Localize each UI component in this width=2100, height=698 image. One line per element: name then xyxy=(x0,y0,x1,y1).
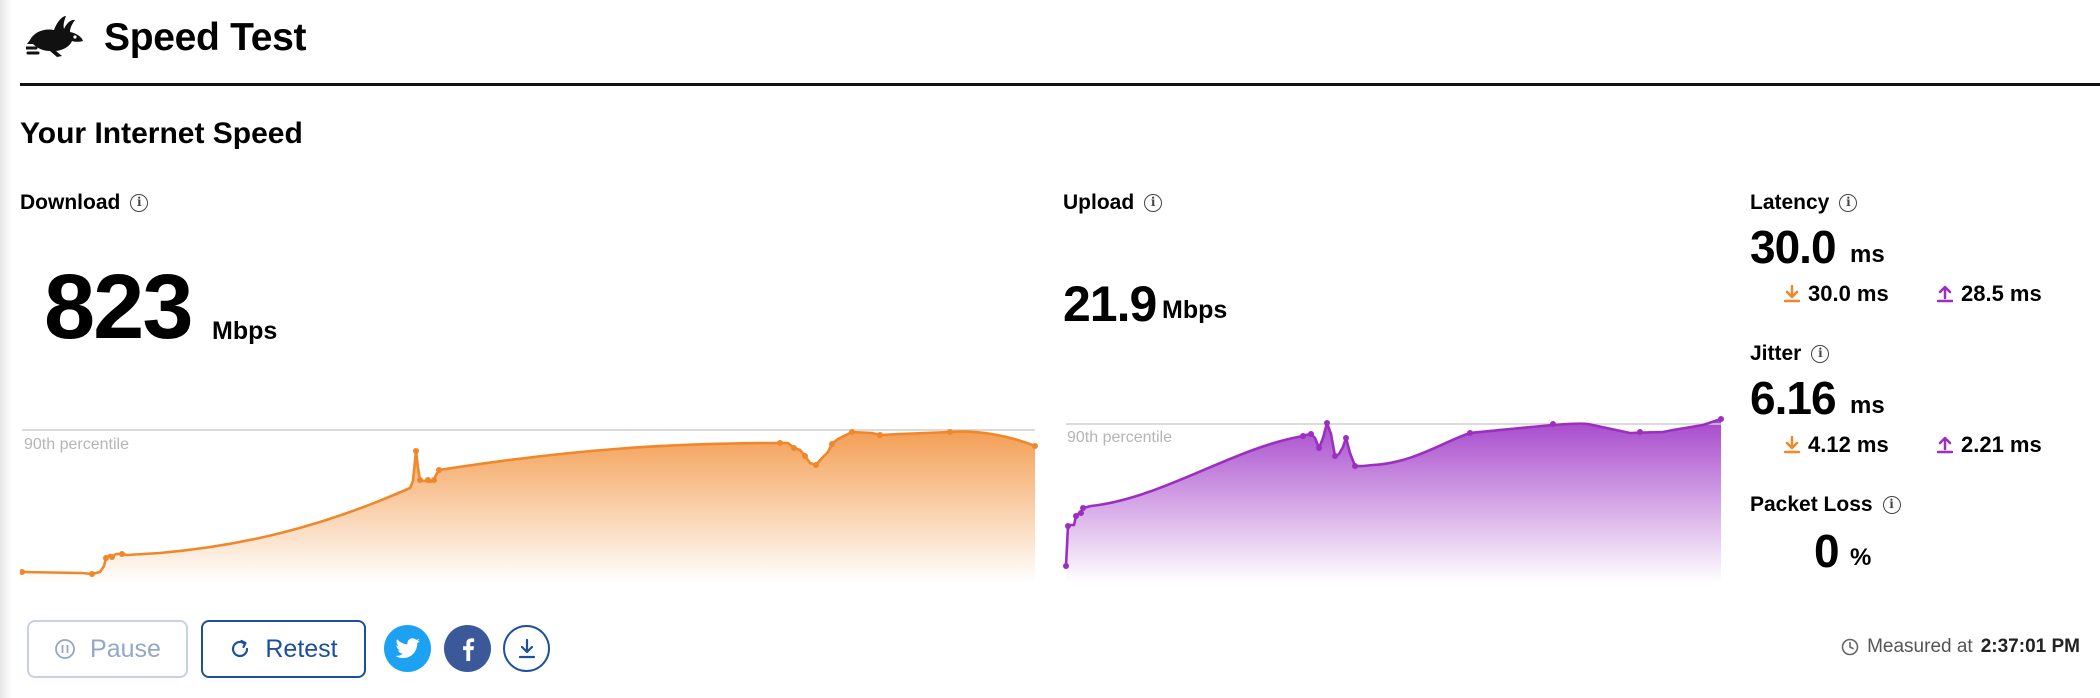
packet-loss-info-icon[interactable]: i xyxy=(1882,496,1901,514)
download-icon xyxy=(518,638,535,658)
app-header: Speed Test xyxy=(20,0,2100,86)
jitter-info-icon[interactable]: i xyxy=(1811,345,1830,363)
latency-info-icon[interactable]: i xyxy=(1839,194,1858,212)
latency-label: Latency xyxy=(1750,191,1830,214)
jitter-value: 6.16 xyxy=(1750,372,1837,424)
clock-icon xyxy=(1841,638,1859,656)
upload-value: 21.9 xyxy=(1063,276,1157,332)
latency-download-row: 30.0 ms xyxy=(1784,281,1889,307)
upload-info-icon[interactable]: i xyxy=(1144,194,1163,212)
download-results-button[interactable] xyxy=(503,625,550,672)
jitter-unit: ms xyxy=(1850,392,1885,419)
pause-button[interactable]: Pause xyxy=(27,620,188,678)
packet-loss-value: 0 xyxy=(1814,525,1840,577)
latency-download-value: 30.0 ms xyxy=(1808,281,1889,306)
jitter-download-value: 4.12 ms xyxy=(1808,432,1889,457)
download-percentile-label: 90th percentile xyxy=(24,436,129,453)
latency-unit: ms xyxy=(1850,241,1885,268)
jitter-label-group: Jitter i xyxy=(1750,342,1830,366)
jitter-label: Jitter xyxy=(1750,342,1802,365)
download-unit: Mbps xyxy=(212,317,278,345)
section-title: Your Internet Speed xyxy=(20,117,303,150)
upload-chart: 90th percentile xyxy=(1063,416,1724,583)
rabbit-icon xyxy=(26,16,83,57)
download-chart: 90th percentile xyxy=(20,429,1038,583)
twitter-icon xyxy=(394,637,420,658)
measured-time: 2:37:01 PM xyxy=(1980,636,2080,657)
pause-icon xyxy=(55,639,75,659)
pause-label: Pause xyxy=(90,634,161,663)
jitter-upload-row: 2.21 ms xyxy=(1937,432,2042,458)
retest-label: Retest xyxy=(265,634,338,663)
upload-label: Upload xyxy=(1063,191,1135,214)
upload-label-group: Upload i xyxy=(1063,191,1163,215)
upload-unit: Mbps xyxy=(1162,296,1228,324)
refresh-icon xyxy=(232,639,249,658)
upload-arrow-icon xyxy=(1937,285,1953,303)
download-label-group: Download i xyxy=(20,191,149,215)
measured-prefix: Measured at xyxy=(1867,636,1973,657)
download-area xyxy=(22,431,1035,583)
latency-label-group: Latency i xyxy=(1750,191,1858,215)
download-arrow-icon xyxy=(1784,436,1800,454)
download-value: 823 xyxy=(44,256,193,358)
download-arrow-icon xyxy=(1784,285,1800,303)
packet-loss-unit: % xyxy=(1850,544,1872,571)
download-info-icon[interactable]: i xyxy=(130,194,149,212)
packet-loss-label-group: Packet Loss i xyxy=(1750,493,1901,517)
jitter-download-row: 4.12 ms xyxy=(1784,432,1889,458)
measured-at: Measured at 2:37:01 PM xyxy=(1841,636,2080,658)
download-label: Download xyxy=(20,191,121,214)
retest-button[interactable]: Retest xyxy=(201,620,366,678)
latency-upload-value: 28.5 ms xyxy=(1961,281,2042,306)
packet-loss-label: Packet Loss xyxy=(1750,493,1873,516)
latency-upload-row: 28.5 ms xyxy=(1937,281,2042,307)
left-edge-shadow xyxy=(0,0,12,698)
upload-percentile-label: 90th percentile xyxy=(1067,429,1172,446)
jitter-upload-value: 2.21 ms xyxy=(1961,432,2042,457)
facebook-icon xyxy=(462,637,474,661)
facebook-share-button[interactable] xyxy=(444,625,491,672)
latency-value: 30.0 xyxy=(1750,221,1837,273)
upload-arrow-icon xyxy=(1937,436,1953,454)
app-title: Speed Test xyxy=(104,16,307,59)
twitter-share-button[interactable] xyxy=(384,625,431,672)
